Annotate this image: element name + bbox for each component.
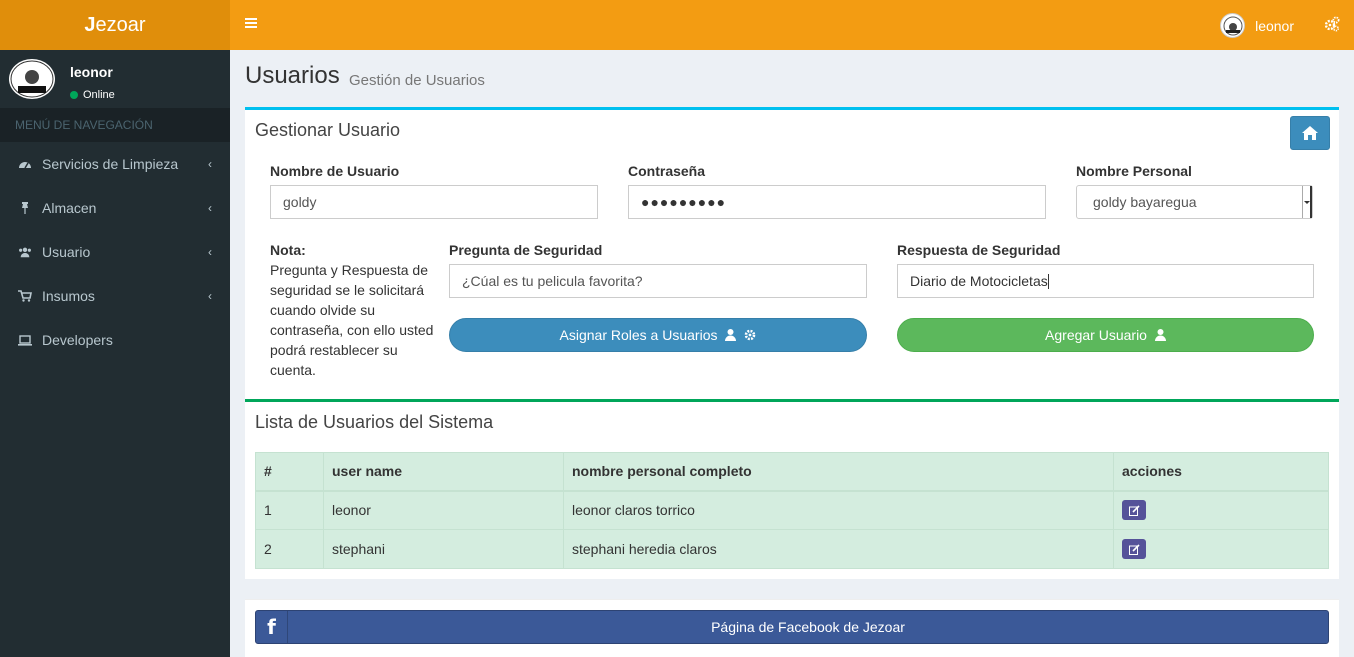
row-full-name: leonor claros torrico: [563, 490, 1114, 530]
app-logo[interactable]: Jezoar: [0, 0, 230, 50]
user-menu[interactable]: leonor: [1220, 13, 1294, 38]
sidebar-item-servicios[interactable]: Servicios de Limpieza ‹: [0, 142, 230, 186]
logo-rest: ezoar: [95, 14, 146, 36]
chevron-left-icon: ‹: [208, 201, 212, 215]
page-title: Usuarios: [245, 62, 340, 89]
edit-button[interactable]: [1122, 500, 1146, 521]
table-row: 2 stephani stephani heredia claros: [255, 529, 1329, 569]
row-number: 1: [255, 490, 324, 530]
online-dot-icon: [70, 91, 78, 99]
edit-button[interactable]: [1122, 539, 1146, 559]
username-label: Nombre de Usuario: [270, 163, 400, 179]
sidebar-item-label: Usuario: [42, 244, 91, 260]
sidebar-item-usuario[interactable]: Usuario ‹: [0, 230, 230, 274]
top-user-name: leonor: [1255, 17, 1294, 34]
home-button[interactable]: [1290, 116, 1330, 150]
user-status: Online: [70, 89, 115, 101]
personal-name-label: Nombre Personal: [1076, 163, 1192, 179]
footer-box: f Página de Facebook de Jezoar: [245, 599, 1339, 657]
password-input[interactable]: ●●●●●●●●●: [628, 185, 1046, 219]
personal-name-select[interactable]: goldy bayaregua: [1076, 185, 1313, 219]
sidebar-item-insumos[interactable]: Insumos ‹: [0, 274, 230, 318]
box-title: Lista de Usuarios del Sistema: [255, 412, 494, 432]
user-icon: [1154, 329, 1166, 341]
chevron-left-icon: ‹: [208, 157, 212, 171]
row-number: 2: [255, 529, 324, 569]
sidebar-user-name: leonor: [70, 64, 113, 80]
sidebar: leonor Online MENÚ DE NAVEGACIÓN Servici…: [0, 50, 230, 657]
home-icon: [1302, 126, 1318, 140]
answer-label: Respuesta de Seguridad: [897, 242, 1061, 258]
column-header: #: [255, 452, 324, 492]
answer-value: Diario de Motocicletas: [910, 273, 1048, 289]
gear-icon: [745, 329, 756, 341]
row-actions: [1113, 529, 1329, 569]
row-full-name: stephani heredia claros: [563, 529, 1114, 569]
user-icon: [725, 329, 737, 341]
column-header: nombre personal completo: [563, 452, 1114, 492]
question-label: Pregunta de Seguridad: [449, 242, 603, 258]
add-user-label: Agregar Usuario: [1045, 327, 1147, 343]
username-input[interactable]: goldy: [270, 185, 598, 219]
column-header: user name: [323, 452, 564, 492]
sidebar-item-label: Developers: [42, 332, 113, 348]
facebook-page-button[interactable]: f Página de Facebook de Jezoar: [255, 610, 1329, 644]
sidebar-item-label: Servicios de Limpieza: [42, 156, 179, 172]
note-title: Nota:: [270, 242, 306, 258]
row-username: stephani: [323, 529, 564, 569]
table-header-row: # user name nombre personal completo acc…: [255, 452, 1329, 492]
sidebar-item-label: Insumos: [42, 288, 95, 304]
top-navbar: leonor: [230, 0, 1354, 50]
user-panel: leonor Online: [0, 50, 230, 108]
text-cursor: [1047, 273, 1049, 289]
pin-icon: [18, 201, 32, 215]
users-table: # user name nombre personal completo acc…: [255, 452, 1329, 569]
gears-icon[interactable]: [1324, 16, 1340, 32]
table-row: 1 leonor leonor claros torrico: [255, 490, 1329, 530]
facebook-button-label: Página de Facebook de Jezoar: [711, 619, 905, 635]
sidebar-item-almacen[interactable]: Almacen ‹: [0, 186, 230, 230]
users-icon: [18, 245, 32, 259]
sidebar-toggle-icon[interactable]: [245, 18, 257, 28]
assign-roles-label: Asignar Roles a Usuarios: [559, 327, 718, 343]
row-username: leonor: [323, 490, 564, 530]
manage-user-box: Gestionar Usuario Nombre de Usuario gold…: [245, 107, 1339, 399]
chevron-down-icon: [1302, 186, 1312, 218]
add-user-button[interactable]: Agregar Usuario: [897, 318, 1314, 352]
dashboard-icon: [18, 157, 32, 171]
box-title: Gestionar Usuario: [255, 120, 401, 140]
edit-icon: [1128, 505, 1140, 516]
select-value: goldy bayaregua: [1093, 194, 1197, 210]
status-text: Online: [83, 89, 115, 101]
sidebar-item-developers[interactable]: Developers: [0, 318, 230, 362]
chevron-left-icon: ‹: [208, 245, 212, 259]
row-actions: [1113, 490, 1329, 530]
sidebar-item-label: Almacen: [42, 200, 97, 216]
note-text: Pregunta y Respuesta de seguridad se le …: [270, 262, 434, 378]
logo-initial: J: [84, 14, 96, 36]
nav-header: MENÚ DE NAVEGACIÓN: [0, 108, 230, 142]
laptop-icon: [18, 333, 32, 347]
facebook-icon: f: [256, 611, 288, 643]
users-list-box: Lista de Usuarios del Sistema # user nam…: [245, 399, 1339, 579]
page-subtitle: Gestión de Usuarios: [349, 72, 485, 89]
assign-roles-button[interactable]: Asignar Roles a Usuarios: [449, 318, 867, 352]
answer-input[interactable]: Diario de Motocicletas: [897, 264, 1314, 298]
avatar: [1220, 13, 1246, 38]
column-header: acciones: [1113, 452, 1329, 492]
password-label: Contraseña: [628, 163, 706, 179]
security-note: Nota: Pregunta y Respuesta de seguridad …: [270, 240, 435, 380]
avatar: [9, 59, 55, 99]
question-input[interactable]: ¿Cúal es tu pelicula favorita?: [449, 264, 867, 298]
edit-icon: [1128, 543, 1140, 555]
chevron-left-icon: ‹: [208, 289, 212, 303]
cart-icon: [18, 289, 32, 303]
